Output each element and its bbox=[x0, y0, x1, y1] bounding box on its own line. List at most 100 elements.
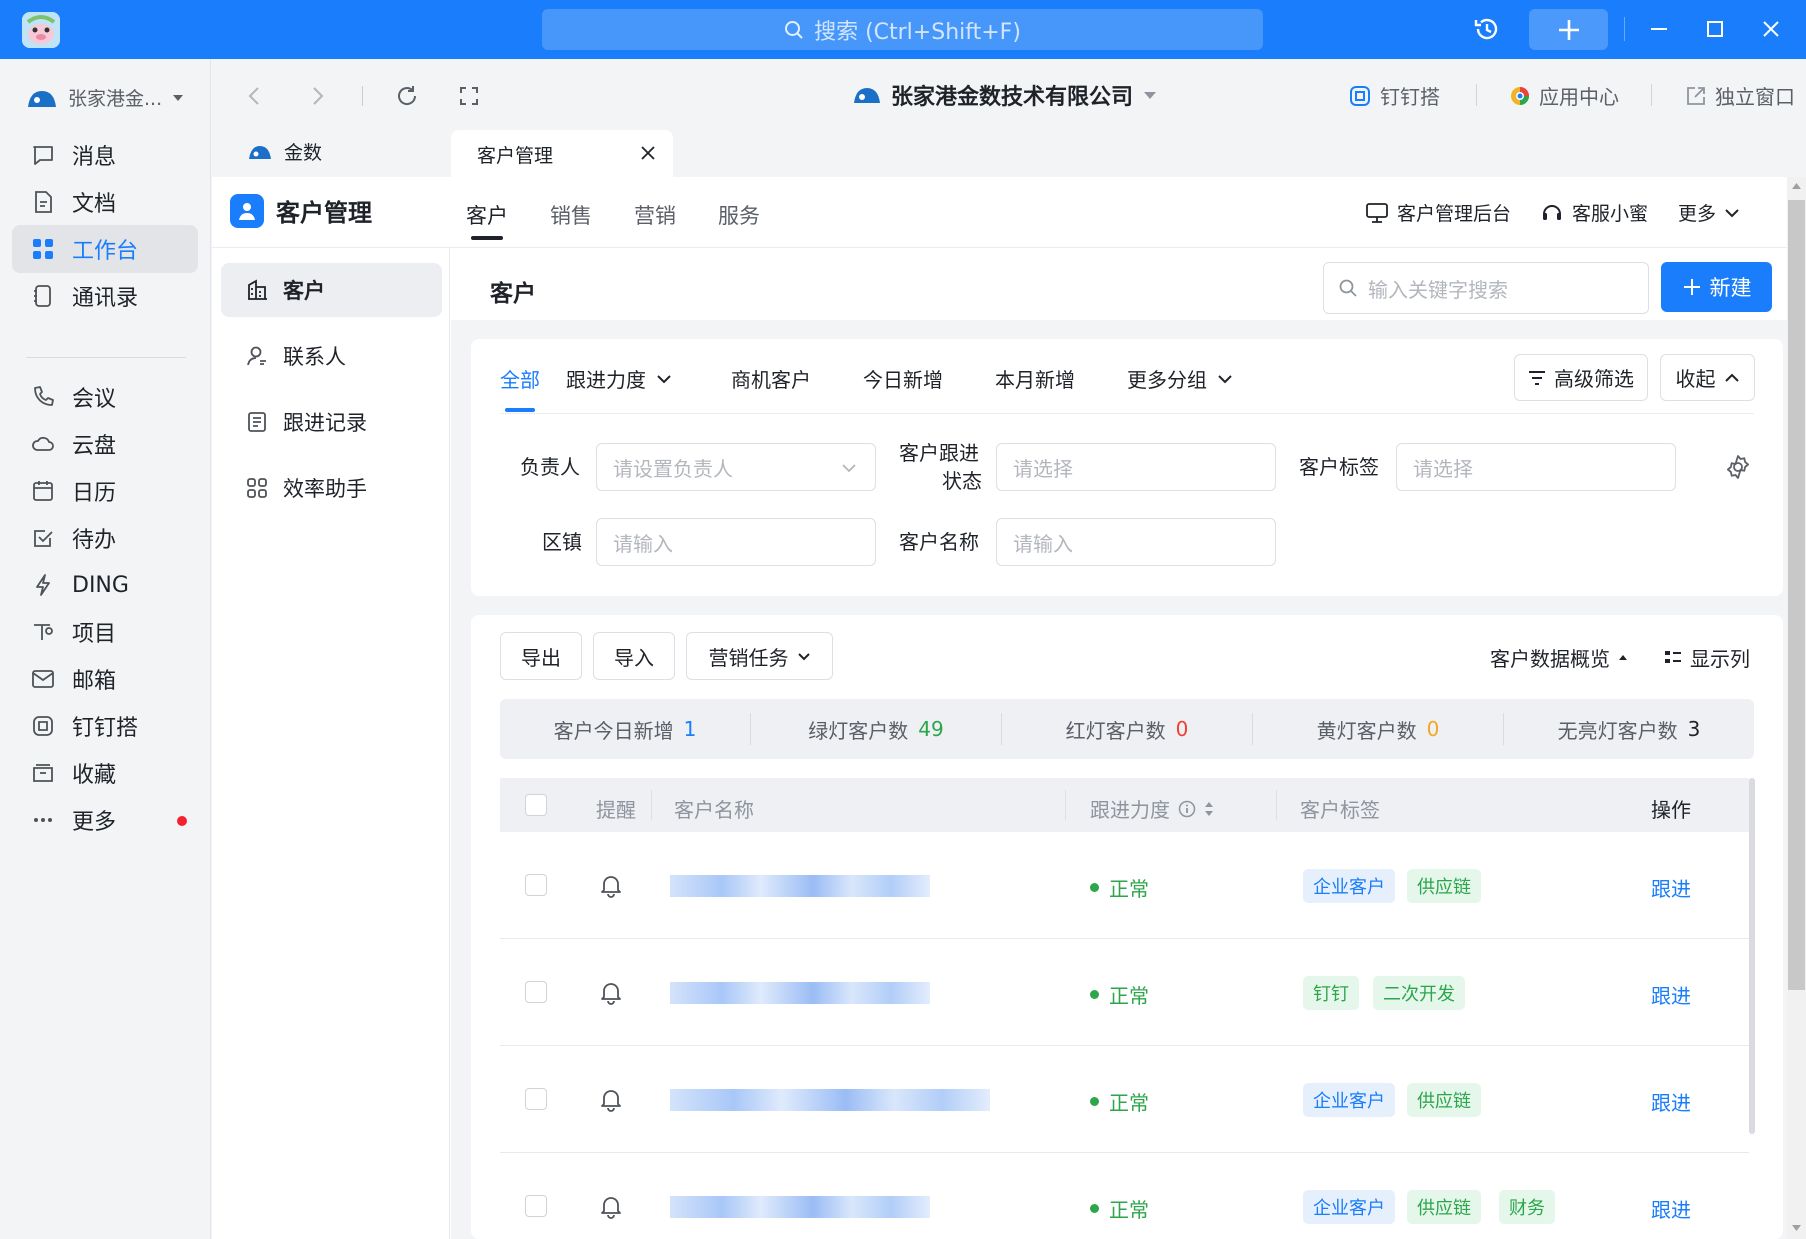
follow-up-link[interactable]: 跟进 bbox=[1651, 1087, 1691, 1116]
nav-item-docs[interactable]: 文档 bbox=[12, 178, 198, 226]
nav-item-project[interactable]: 项目 bbox=[12, 608, 198, 656]
table-row[interactable]: 正常 企业客户 供应链 财务 跟进 bbox=[500, 1153, 1749, 1239]
customer-name-redacted[interactable] bbox=[670, 982, 930, 1004]
filter-tab-month[interactable]: 本月新增 bbox=[995, 364, 1075, 393]
tab-marketing[interactable]: 营销 bbox=[634, 200, 676, 230]
bell-icon[interactable] bbox=[598, 1086, 624, 1112]
town-placeholder: 请输入 bbox=[613, 531, 673, 556]
bell-icon[interactable] bbox=[598, 979, 624, 1005]
table-row[interactable]: 正常 钉钉 二次开发 跟进 bbox=[500, 939, 1749, 1046]
town-input[interactable]: 请输入 bbox=[596, 518, 876, 566]
maximize-icon[interactable] bbox=[1700, 14, 1730, 44]
marketing-task-button[interactable]: 营销任务 bbox=[686, 632, 833, 680]
customer-name-redacted[interactable] bbox=[670, 875, 930, 897]
standalone-window-link[interactable]: 独立窗口 bbox=[1685, 81, 1795, 110]
nav-label: 收藏 bbox=[72, 763, 117, 788]
select-all-checkbox[interactable] bbox=[525, 794, 547, 816]
customer-name-redacted[interactable] bbox=[670, 1196, 930, 1218]
page-scrollbar-thumb[interactable] bbox=[1788, 200, 1805, 990]
table-scrollbar[interactable] bbox=[1749, 778, 1755, 1134]
app-center-link[interactable]: 应用中心 bbox=[1509, 81, 1619, 110]
advanced-filter-button[interactable]: 高级筛选 bbox=[1514, 354, 1648, 401]
stat-today-new[interactable]: 客户今日新增 1 bbox=[500, 699, 750, 759]
import-button[interactable]: 导入 bbox=[593, 632, 675, 680]
owner-select[interactable]: 请设置负责人 bbox=[596, 443, 876, 491]
more-menu[interactable]: 更多 bbox=[1678, 199, 1740, 226]
nav-item-more[interactable]: 更多 bbox=[12, 796, 198, 844]
filter-tab-all[interactable]: 全部 bbox=[500, 364, 540, 393]
bell-icon[interactable] bbox=[598, 872, 624, 898]
admin-link[interactable]: 客户管理后台 bbox=[1365, 199, 1511, 226]
assistant-link[interactable]: 客服小蜜 bbox=[1540, 199, 1648, 226]
export-button[interactable]: 导出 bbox=[500, 632, 582, 680]
nav-item-mail[interactable]: 邮箱 bbox=[12, 655, 198, 703]
side-item-customer[interactable]: 客户 bbox=[221, 263, 442, 317]
side-item-efficiency[interactable]: 效率助手 bbox=[221, 461, 442, 515]
scroll-up-arrow-icon[interactable] bbox=[1791, 182, 1802, 190]
filter-tab-opportunity[interactable]: 商机客户 bbox=[731, 364, 811, 393]
follow-status-select[interactable]: 请选择 bbox=[996, 443, 1276, 491]
refresh-icon[interactable] bbox=[393, 82, 421, 110]
stat-yellow[interactable]: 黄灯客户数 0 bbox=[1253, 699, 1503, 759]
nav-item-contacts[interactable]: 通讯录 bbox=[12, 272, 198, 320]
table-row[interactable]: 正常 企业客户 供应链 跟进 bbox=[500, 832, 1749, 939]
scroll-down-arrow-icon[interactable] bbox=[1791, 1224, 1802, 1232]
tab-service[interactable]: 服务 bbox=[718, 200, 760, 230]
global-search-input[interactable]: 搜索 (Ctrl+Shift+F) bbox=[542, 9, 1263, 50]
row-checkbox[interactable] bbox=[525, 1195, 547, 1217]
nav-item-messages[interactable]: 消息 bbox=[12, 131, 198, 179]
nav-item-dingda[interactable]: 钉钉搭 bbox=[12, 702, 198, 750]
nav-item-workbench[interactable]: 工作台 bbox=[12, 225, 198, 273]
show-columns-button[interactable]: 显示列 bbox=[1664, 643, 1750, 672]
header-follow-level[interactable]: 跟进力度 bbox=[1090, 794, 1214, 823]
close-window-icon[interactable] bbox=[1756, 14, 1786, 44]
app-logo-icon[interactable] bbox=[22, 12, 60, 48]
nav-item-favorites[interactable]: 收藏 bbox=[12, 749, 198, 797]
tab-sales[interactable]: 销售 bbox=[550, 200, 592, 230]
status-text: 正常 bbox=[1109, 984, 1149, 1008]
minimize-icon[interactable] bbox=[1644, 14, 1674, 44]
follow-up-link[interactable]: 跟进 bbox=[1651, 980, 1691, 1009]
customer-name-redacted[interactable] bbox=[670, 1089, 990, 1111]
stat-red[interactable]: 红灯客户数 0 bbox=[1002, 699, 1252, 759]
new-customer-button[interactable]: 新建 bbox=[1661, 262, 1772, 312]
dingda-link[interactable]: 钉钉搭 bbox=[1348, 81, 1440, 110]
row-checkbox[interactable] bbox=[525, 874, 547, 896]
bell-icon[interactable] bbox=[598, 1193, 624, 1219]
forward-icon[interactable] bbox=[303, 82, 331, 110]
filter-tab-today[interactable]: 今日新增 bbox=[863, 364, 943, 393]
create-button[interactable] bbox=[1529, 9, 1608, 50]
data-overview-toggle[interactable]: 客户数据概览 bbox=[1490, 643, 1628, 672]
fullscreen-icon[interactable] bbox=[455, 82, 483, 110]
tab-home[interactable]: 金数 bbox=[248, 138, 322, 165]
tag-select[interactable]: 请选择 bbox=[1396, 443, 1676, 491]
row-checkbox[interactable] bbox=[525, 981, 547, 1003]
back-icon[interactable] bbox=[241, 82, 269, 110]
nav-item-todo[interactable]: 待办 bbox=[12, 514, 198, 562]
row-checkbox[interactable] bbox=[525, 1088, 547, 1110]
org-switcher[interactable]: 张家港金... bbox=[26, 84, 184, 111]
side-item-followup[interactable]: 跟进记录 bbox=[221, 395, 442, 449]
nav-item-cloud[interactable]: 云盘 bbox=[12, 420, 198, 468]
collapse-button[interactable]: 收起 bbox=[1660, 354, 1755, 401]
tab-customer[interactable]: 客户 bbox=[466, 200, 508, 230]
stat-green[interactable]: 绿灯客户数 49 bbox=[751, 699, 1001, 759]
filter-tab-more-groups[interactable]: 更多分组 bbox=[1127, 364, 1233, 393]
follow-up-link[interactable]: 跟进 bbox=[1651, 873, 1691, 902]
nav-item-meeting[interactable]: 会议 bbox=[12, 373, 198, 421]
keyword-search-input[interactable]: 输入关键字搜索 bbox=[1323, 262, 1649, 314]
tab-customer-management[interactable]: 客户管理 bbox=[451, 130, 673, 178]
stat-no-light[interactable]: 无亮灯客户数 3 bbox=[1504, 699, 1754, 759]
nav-item-ding[interactable]: DING bbox=[12, 561, 198, 609]
settings-icon[interactable] bbox=[1724, 453, 1752, 481]
follow-up-link[interactable]: 跟进 bbox=[1651, 1194, 1691, 1223]
customer-name-input[interactable]: 请输入 bbox=[996, 518, 1276, 566]
company-switcher[interactable]: 张家港金数技术有限公司 bbox=[853, 79, 1157, 111]
filter-tab-level[interactable]: 跟进力度 bbox=[566, 364, 672, 393]
nav-item-calendar[interactable]: 日历 bbox=[12, 467, 198, 515]
table-row[interactable]: 正常 企业客户 供应链 跟进 bbox=[500, 1046, 1749, 1153]
sort-icon[interactable] bbox=[1204, 801, 1214, 817]
side-item-contacts[interactable]: 联系人 bbox=[221, 329, 442, 383]
history-icon[interactable] bbox=[1472, 14, 1502, 44]
close-tab-icon[interactable] bbox=[639, 144, 657, 162]
